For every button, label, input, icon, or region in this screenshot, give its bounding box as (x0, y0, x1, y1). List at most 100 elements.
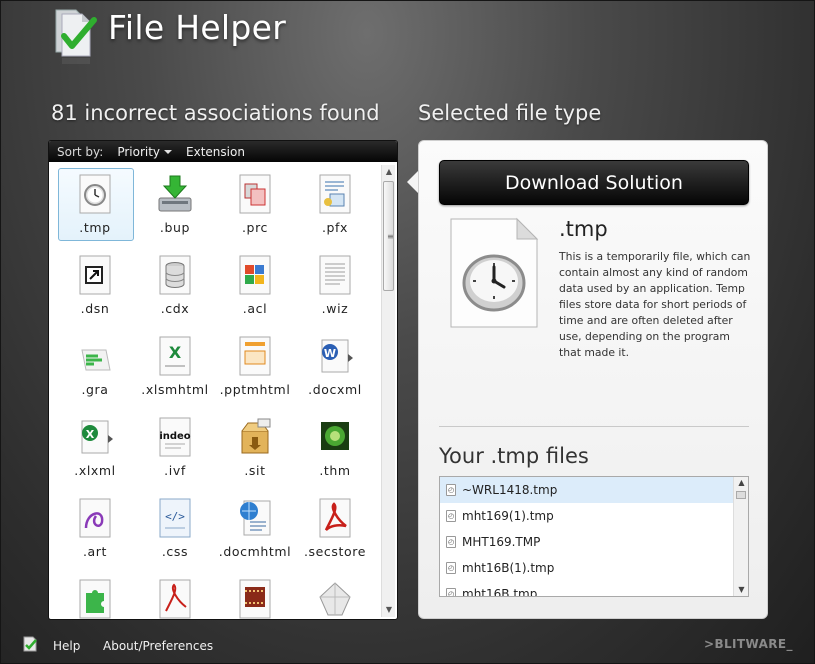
css-doc-icon: </> (159, 498, 191, 538)
word-doc-icon: W (321, 339, 353, 373)
file-tile-thm[interactable]: .thm (295, 409, 375, 490)
tmp-files-list: ◴ ~WRL1418.tmp ◴ mht169(1).tmp ◴ MHT169.TMP… (439, 476, 749, 597)
document-red-icon (239, 174, 271, 214)
powerpoint-doc-icon (239, 336, 271, 376)
sort-bar: Sort by: Priority Extension (49, 141, 397, 162)
file-tile-label: .xlsmhtml (141, 382, 209, 397)
your-files-heading: Your .tmp files (439, 444, 589, 468)
file-name: mht16B(1).tmp (462, 561, 555, 575)
file-tile-gra[interactable]: .gra (55, 328, 135, 409)
scroll-up-icon[interactable]: ▲ (734, 477, 748, 489)
file-tile-label: .cdx (160, 301, 190, 316)
file-name: MHT169.TMP (462, 535, 541, 549)
svg-text:W: W (324, 347, 336, 360)
file-tile-acl[interactable]: .acl (215, 247, 295, 328)
file-type-details-panel: Download Solution .tmp This is a tempora… (418, 140, 768, 619)
file-tile-label: .xlxml (74, 463, 116, 478)
acrobat-doc-icon (159, 579, 191, 619)
file-tile-label: .docmhtml (218, 544, 292, 559)
scroll-down-icon[interactable]: ▼ (382, 603, 396, 617)
download-solution-button[interactable]: Download Solution (439, 160, 749, 205)
file-tile-partial[interactable] (135, 571, 215, 619)
associations-count-heading: 81 incorrect associations found (51, 101, 380, 125)
sort-priority-dropdown[interactable]: Priority (117, 145, 173, 159)
sort-label: Sort by: (57, 144, 104, 159)
file-tile-label: .wiz (321, 301, 349, 316)
file-icon: ◴ (446, 510, 456, 522)
shortcut-doc-icon (79, 255, 111, 295)
file-tile-tmp[interactable]: .tmp (55, 166, 135, 247)
scrollbar-thumb[interactable] (736, 491, 746, 499)
file-tile-label: .sit (244, 463, 266, 478)
film-doc-icon (239, 579, 271, 619)
about-preferences-link[interactable]: About/Preferences (103, 639, 213, 653)
file-tile-prc[interactable]: .prc (215, 166, 295, 247)
help-icon[interactable] (22, 636, 38, 654)
file-tile-label: .thm (319, 463, 351, 478)
file-tile-ivf[interactable]: indeo .ivf (135, 409, 215, 490)
file-tile-dsn[interactable]: .dsn (55, 247, 135, 328)
sort-extension-option[interactable]: Extension (186, 145, 245, 159)
clock-icon (450, 217, 539, 328)
divider (439, 426, 749, 427)
file-icon: ◴ (446, 536, 456, 548)
help-link[interactable]: Help (53, 639, 80, 653)
indeo-doc-icon: indeo (159, 417, 191, 457)
file-icon: ◴ (446, 588, 456, 596)
blitware-logo: >BLITWARE_ (704, 637, 793, 651)
file-name: mht169(1).tmp (462, 509, 554, 523)
svg-text:</>: </> (165, 510, 185, 523)
file-icon: ◴ (446, 484, 456, 496)
image-thumb-icon (321, 422, 349, 450)
scroll-up-icon[interactable]: ▲ (382, 165, 396, 179)
file-tile-label: .tmp (79, 220, 111, 235)
file-list-item[interactable]: ◴ ~WRL1418.tmp (440, 477, 733, 503)
office-doc-icon (239, 255, 271, 295)
file-tile-label: .pfx (321, 220, 349, 235)
extension-description: This is a temporarily file, which can co… (559, 250, 751, 359)
file-list-item[interactable]: ◴ mht16B.tmp (440, 581, 733, 596)
excel-doc-icon: X (159, 336, 191, 376)
file-list-item[interactable]: ◴ MHT169.TMP (440, 529, 733, 555)
selected-file-type-heading: Selected file type (418, 101, 602, 125)
globe-doc-icon (240, 500, 271, 536)
file-tile-xlxml[interactable]: X .xlxml (55, 409, 135, 490)
file-name: ~WRL1418.tmp (462, 483, 558, 497)
file-tile-art[interactable]: .art (55, 490, 135, 571)
file-list-item[interactable]: ◴ mht169(1).tmp (440, 503, 733, 529)
file-tile-partial[interactable] (55, 571, 135, 619)
file-tile-docxml[interactable]: W .docxml (295, 328, 375, 409)
svg-text:X: X (169, 343, 182, 362)
file-tile-partial[interactable] (215, 571, 295, 619)
database-doc-icon (159, 255, 191, 295)
file-tile-label: .pptmhtml (219, 382, 291, 397)
file-tile-pfx[interactable]: .pfx (295, 166, 375, 247)
file-tile-wiz[interactable]: .wiz (295, 247, 375, 328)
selected-extension-title: .tmp (559, 217, 608, 241)
file-tile-label: .css (161, 544, 189, 559)
file-list-item[interactable]: ◴ mht16B(1).tmp (440, 555, 733, 581)
green-puzzle-icon (79, 579, 111, 619)
file-tile-label: .art (82, 544, 108, 559)
file-tile-secstore[interactable]: .secstore (295, 490, 375, 571)
grid-scrollbar[interactable]: ▲ ≡ ▼ (381, 165, 395, 617)
file-tile-label: .docxml (308, 382, 362, 397)
app-title: File Helper (108, 8, 287, 47)
file-icon: ◴ (446, 562, 456, 574)
file-tile-bup[interactable]: .bup (135, 166, 215, 247)
file-tile-css[interactable]: </> .css (135, 490, 215, 571)
file-type-grid: .tmp .bup .prc .pfx .dsn .cdx .acl .wiz … (55, 166, 377, 619)
file-tile-sit[interactable]: .sit (215, 409, 295, 490)
file-tile-cdx[interactable]: .cdx (135, 247, 215, 328)
file-tile-partial[interactable] (295, 571, 375, 619)
green-chart-icon (81, 349, 111, 371)
files-scrollbar[interactable]: ▲ ▼ (733, 477, 748, 596)
file-tile-docmhtml[interactable]: .docmhtml (215, 490, 295, 571)
file-tile-pptmhtml[interactable]: .pptmhtml (215, 328, 295, 409)
acrobat-doc-icon (319, 498, 351, 538)
file-tile-xlsmhtml[interactable]: X .xlsmhtml (135, 328, 215, 409)
scroll-down-icon[interactable]: ▼ (734, 584, 748, 596)
scrollbar-thumb[interactable]: ≡ (383, 181, 394, 291)
file-tile-label: .gra (81, 382, 109, 397)
chevron-down-icon (164, 150, 173, 154)
